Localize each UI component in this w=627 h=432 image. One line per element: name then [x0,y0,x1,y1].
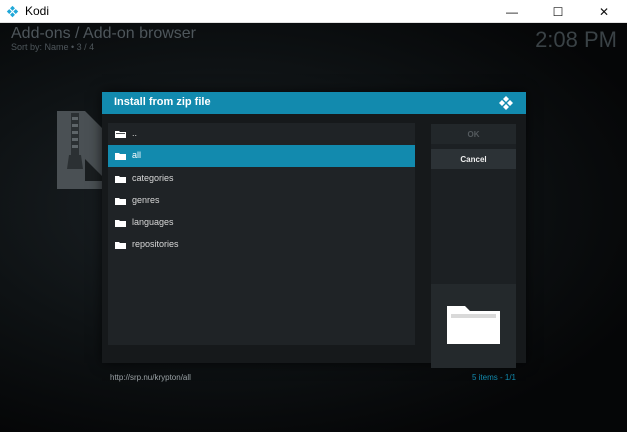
folder-icon [115,242,126,249]
sort-info: Sort by: Name • 3 / 4 [11,42,95,52]
folder-icon [115,176,126,183]
list-item-repositories[interactable]: repositories [108,234,415,256]
list-item-label: categories [132,173,174,183]
list-item-parent[interactable]: .. [108,123,415,145]
list-item-label: genres [132,195,160,205]
kodi-logo-icon [499,96,513,110]
parent-folder-icon [115,131,126,138]
preview-thumbnail [431,284,516,368]
cancel-button[interactable]: Cancel [431,149,516,169]
zip-archive-icon [57,111,107,189]
install-from-zip-dialog: Install from zip file .. all categories … [102,92,526,382]
list-item-all[interactable]: all [108,145,415,167]
maximize-icon: ☐ [552,4,564,19]
folder-icon [115,220,126,227]
folder-icon [115,198,126,205]
list-item-label: .. [132,128,138,138]
list-item-label: all [132,150,142,160]
list-item-label: languages [132,217,174,227]
minimize-button[interactable]: — [489,0,535,23]
page-title: Add-ons / Add-on browser [11,25,196,42]
clock: 2:08 PM [535,27,617,52]
file-list: .. all categories genres languages repos… [108,123,415,345]
folder-icon [447,306,500,344]
list-item-label: repositories [132,239,179,249]
dialog-title: Install from zip file [114,96,211,108]
folder-icon [115,153,126,160]
minimize-icon: — [506,4,518,19]
list-item-categories[interactable]: categories [108,168,415,190]
kodi-main: Add-ons / Add-on browser Sort by: Name •… [0,23,627,432]
list-item-languages[interactable]: languages [108,212,415,234]
ok-button[interactable]: OK [431,124,516,144]
window-title: Kodi [25,4,50,18]
item-count: 5 items - 1/1 [471,373,516,382]
kodi-logo-icon [6,5,19,18]
close-button[interactable]: ✕ [581,0,627,23]
close-icon: ✕ [598,4,610,19]
current-path: http://srp.nu/krypton/all [110,373,191,382]
dialog-header: Install from zip file [102,92,526,114]
list-item-genres[interactable]: genres [108,190,415,212]
window-titlebar: Kodi — ☐ ✕ [0,0,627,23]
maximize-button[interactable]: ☐ [535,0,581,23]
